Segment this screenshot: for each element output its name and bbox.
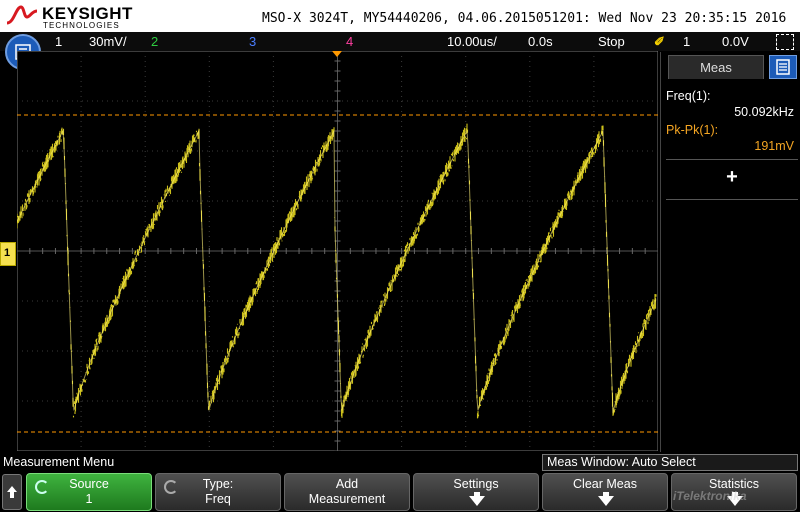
meas-tab[interactable]: Meas [668,55,764,79]
meas-freq-value: 50.092kHz [734,105,794,119]
submenu-arrow-icon [598,496,614,506]
divider [666,199,798,200]
ch2-label[interactable]: 2 [151,34,158,49]
timebase-scale[interactable]: 10.00us/ [447,34,497,49]
horizontal-delay[interactable]: 0.0s [528,34,553,49]
submenu-arrow-icon [469,496,485,506]
settings-softkey[interactable]: Settings [413,473,539,511]
measurement-panel: Meas Freq(1): 50.092kHz Pk-Pk(1): 191mV … [660,52,800,452]
brand-sub: TECHNOLOGIES [43,21,120,30]
add-measurement-button[interactable]: + [666,160,798,193]
source-value: 1 [85,492,93,506]
waveform-display[interactable] [17,51,658,451]
menu-strip: Measurement Menu Meas Window: Auto Selec… [0,452,800,472]
settings-label: Settings [453,477,499,491]
trigger-position-marker[interactable] [332,51,342,57]
ch1-label[interactable]: 1 [55,34,62,49]
meas-pkpk-value: 191mV [754,139,794,153]
type-softkey[interactable]: Type: Freq [155,473,281,511]
channel-status-bar: 1 30mV/ 2 3 4 10.00us/ 0.0s Stop ✐ 1 0.0… [0,32,800,51]
ch1-scale[interactable]: 30mV/ [89,34,127,49]
up-arrow-icon [7,486,17,498]
add-measurement-softkey[interactable]: Add Measurement [284,473,410,511]
add-label: Add [335,477,359,491]
meas-window-select[interactable]: Meas Window: Auto Select [542,454,798,471]
menu-title: Measurement Menu [3,455,115,469]
graticule [17,51,658,451]
meas-freq-name[interactable]: Freq(1): [666,89,798,103]
ch4-label[interactable]: 4 [346,34,353,49]
zoom-select-icon[interactable] [776,34,794,50]
rising-edge-trigger-icon[interactable]: ✐ [654,34,665,50]
keysight-logo: KEYSIGHT TECHNOLOGIES [6,4,136,30]
ch3-label[interactable]: 3 [249,34,256,49]
cycle-icon [164,480,178,494]
watermark: iTelektronika [673,489,747,503]
ch1-marker-label: 1 [4,247,11,259]
clear-label: Clear Meas [573,477,637,491]
measurement-list: Freq(1): 50.092kHz Pk-Pk(1): 191mV + [666,85,798,200]
trigger-source[interactable]: 1 [683,34,690,49]
title-bar: KEYSIGHT TECHNOLOGIES MSO-X 3024T, MY544… [0,0,800,32]
back-button[interactable] [2,474,22,510]
ch1-ground-marker[interactable]: 1 [0,242,16,266]
trigger-level[interactable]: 0.0V [722,34,749,49]
add-value: Measurement [308,492,386,506]
cycle-icon [35,480,49,494]
clear-meas-softkey[interactable]: Clear Meas [542,473,668,511]
run-state[interactable]: Stop [598,34,625,49]
instrument-title: MSO-X 3024T, MY54440206, 04.06.201505120… [262,11,787,26]
keysight-wave-icon [6,5,38,25]
meas-pkpk-name[interactable]: Pk-Pk(1): [666,123,798,137]
type-value: Freq [205,492,231,506]
source-softkey[interactable]: Source 1 [26,473,152,511]
panel-menu-icon[interactable] [769,55,797,79]
list-icon [776,59,790,75]
